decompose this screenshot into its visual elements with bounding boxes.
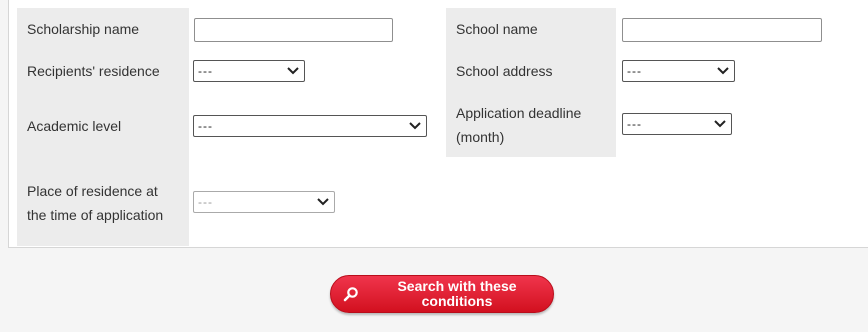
academic-level-select[interactable]: --- [193,115,427,137]
search-button[interactable]: Search with these conditions [330,275,554,313]
chevron-down-icon [286,64,300,78]
chevron-down-icon [316,195,330,209]
search-icon [331,276,371,312]
school-address-label: School address [446,50,616,92]
application-deadline-label: Application deadline (month) [446,92,616,157]
search-button-label: Search with these conditions [397,278,517,309]
search-form-panel: Scholarship name Recipients' residence A… [8,0,868,248]
chevron-down-icon [408,119,422,133]
recipients-residence-label: Recipients' residence [17,50,189,92]
chevron-down-icon [713,117,727,131]
application-deadline-select[interactable]: --- [622,113,732,135]
chevron-down-icon [716,64,730,78]
recipients-residence-select[interactable]: --- [193,60,305,82]
school-name-input[interactable] [622,18,822,42]
place-of-residence-select[interactable]: --- [193,191,335,213]
scholarship-name-label: Scholarship name [17,8,189,50]
school-name-label: School name [446,8,616,50]
school-address-select[interactable]: --- [622,60,735,82]
scholarship-name-input[interactable] [194,18,393,42]
academic-level-label: Academic level [17,92,189,160]
place-of-residence-label: Place of residence at the time of applic… [17,160,189,246]
